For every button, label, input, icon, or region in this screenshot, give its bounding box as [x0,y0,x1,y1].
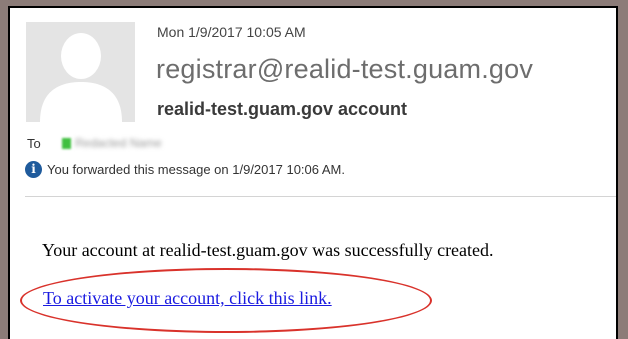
sender-avatar [26,22,135,122]
email-reading-pane: Mon 1/9/2017 10:05 AM registrar@realid-t… [8,6,618,339]
message-date: Mon 1/9/2017 10:05 AM [157,24,306,40]
forwarded-notice: You forwarded this message on 1/9/2017 1… [47,162,345,177]
recipient-name: Redacted Name [75,136,162,150]
message-header: Mon 1/9/2017 10:05 AM registrar@realid-t… [10,8,616,197]
info-icon: i [25,161,42,178]
recipient[interactable]: Redacted Name [62,136,162,150]
message-body-text: Your account at realid-test.guam.gov was… [42,240,494,260]
sender-account-line: realid-test.guam.gov account [157,99,408,119]
activate-account-link[interactable]: To activate your account, click this lin… [43,288,332,309]
header-divider [25,196,616,197]
sender-address[interactable]: registrar@realid-test.guam.gov [156,54,533,85]
to-label: To [27,136,41,151]
presence-icon [62,137,71,149]
forwarded-info-bar[interactable]: i You forwarded this message on 1/9/2017… [25,161,345,178]
person-silhouette-icon [26,22,135,122]
